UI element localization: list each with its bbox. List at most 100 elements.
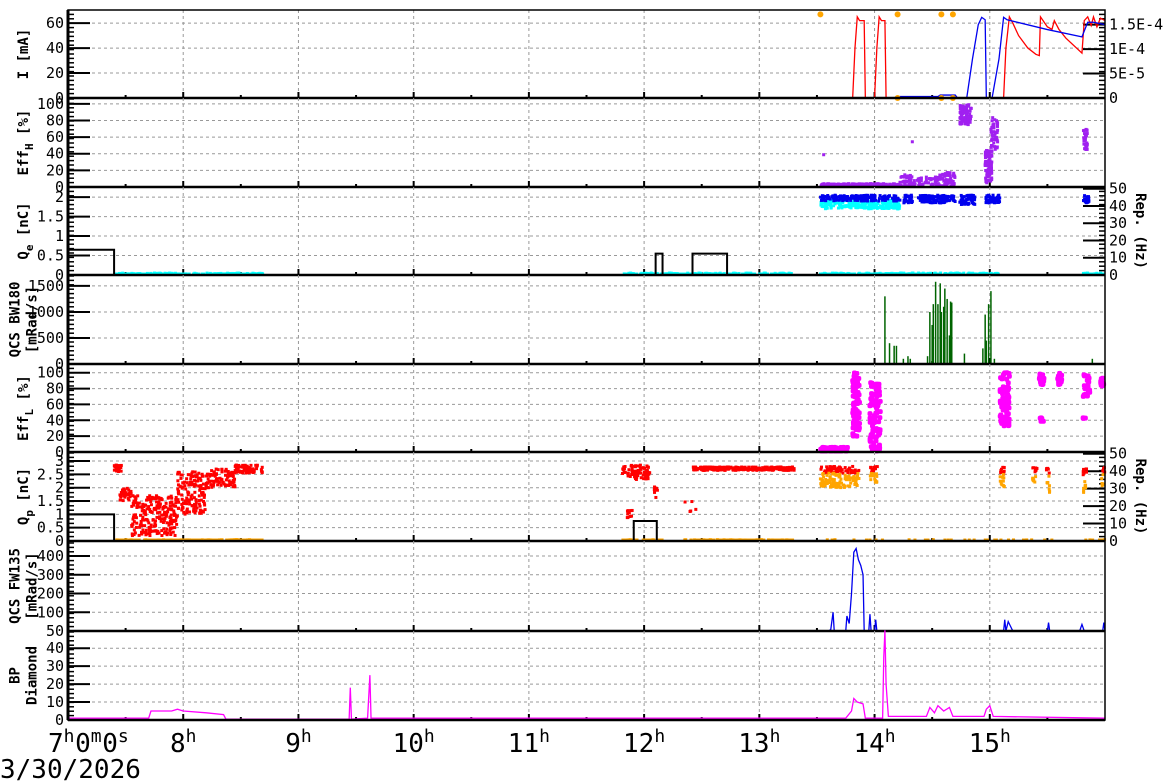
right-tick-label: 0 <box>1109 89 1118 107</box>
axis-title: EffH [%] <box>16 110 36 176</box>
scatter-point-purple <box>945 172 949 176</box>
axis-title: [mRad/s] <box>25 552 41 619</box>
scatter-point-purple <box>992 141 996 145</box>
scatter-point-red <box>653 490 657 494</box>
y-tick-label: 0 <box>55 711 64 729</box>
y-tick-label: 400 <box>37 547 64 565</box>
scatter-point-orange <box>855 484 859 488</box>
scatter-point-blue <box>951 194 955 198</box>
scatter-point-orange <box>874 472 878 476</box>
y-tick-label: 30 <box>46 657 64 675</box>
scatter-point-red <box>168 507 172 511</box>
scatter-point-red <box>192 507 196 511</box>
scatter-point-red <box>216 468 220 472</box>
axis-title: Qp [nC] <box>16 468 36 525</box>
y-tick-label: 20 <box>46 64 64 82</box>
scatter-point-red <box>629 509 633 513</box>
scatter-point-magenta <box>1001 396 1007 402</box>
x-tick-value: 10 <box>393 729 424 759</box>
dot-orange <box>894 11 901 18</box>
scatter-point-blue <box>837 198 841 202</box>
scatter-point-blue <box>870 196 874 200</box>
scatter-point-red <box>153 522 157 526</box>
scatter-point-blue <box>907 194 911 198</box>
scatter-point-purple <box>1085 128 1089 132</box>
x-tick-label: 12h <box>623 726 665 759</box>
axis-title-unit: [%] <box>16 375 32 409</box>
scatter-point-red <box>246 471 250 475</box>
scatter-point-purple <box>965 104 969 108</box>
scatter-point-red <box>784 467 788 471</box>
scatter-point-cyan <box>833 202 837 206</box>
scatter-point-orange <box>821 472 825 476</box>
axis-title: I [mA] <box>16 29 32 80</box>
scatter-point-purple <box>944 181 948 185</box>
scatter-point-purple <box>879 182 883 186</box>
y-tick-label: 20 <box>46 161 64 179</box>
scatter-point-purple <box>822 153 826 157</box>
scatter-point-purple <box>990 119 994 123</box>
scatter-point-red <box>144 532 148 536</box>
scatter-point-red <box>224 478 228 482</box>
scatter-point-red <box>723 468 727 472</box>
scatter-point-magenta <box>867 411 873 417</box>
scatter-point-red <box>160 529 164 533</box>
scatter-point-purple <box>960 116 964 120</box>
scatter-point-red <box>148 497 152 501</box>
scatter-point-red <box>161 505 165 509</box>
scatter-point-magenta <box>850 378 856 384</box>
scatter-point-cyan <box>895 206 899 210</box>
scatter-point-red <box>233 477 237 481</box>
scatter-point-red <box>849 471 853 475</box>
scatter-point-orange <box>1101 482 1105 486</box>
scatter-point-red <box>188 510 192 514</box>
scatter-point-red <box>164 514 168 518</box>
scatter-point-cyan <box>871 204 875 208</box>
scatter-point-cyan <box>879 206 883 210</box>
scatter-point-purple <box>990 137 994 141</box>
scatter-point-blue <box>939 196 943 200</box>
scatter-point-red <box>1001 465 1005 469</box>
scatter-point-red <box>163 531 167 535</box>
axis-title: EffL [%] <box>16 375 36 441</box>
scatter-point-blue <box>996 199 1000 203</box>
scatter-point-purple <box>907 179 911 183</box>
scatter-point-purple <box>984 168 988 172</box>
scatter-point-red <box>118 493 122 497</box>
scatter-point-red <box>728 466 732 470</box>
scatter-point-red <box>206 486 210 490</box>
series-line-red <box>68 14 1106 99</box>
scatter-point-purple <box>985 155 989 159</box>
scatter-point-red <box>173 512 177 516</box>
scatter-point-blue <box>861 197 865 201</box>
scatter-point-red <box>134 516 138 520</box>
scatter-point-red <box>198 484 202 488</box>
scatter-point-purple <box>948 174 952 178</box>
y-tick-label: 20 <box>46 427 64 445</box>
scatter-point-blue <box>878 194 882 198</box>
scatter-point-purple <box>902 175 906 179</box>
scatter-point-red <box>141 515 145 519</box>
scatter-point-magenta <box>1082 391 1088 397</box>
scatter-point-magenta <box>998 375 1004 381</box>
scatter-point-blue <box>826 194 830 198</box>
scatter-point-orange <box>843 473 847 477</box>
scatter-point-red <box>131 494 135 498</box>
scatter-point-red <box>158 517 162 521</box>
scatter-point-red <box>718 465 722 469</box>
scatter-point-red <box>737 468 741 472</box>
scatter-point-blue <box>845 195 849 199</box>
scatter-point-orange <box>839 477 843 481</box>
scatter-point-red <box>135 521 139 525</box>
scatter-point-blue <box>923 195 927 199</box>
scatter-point-orange <box>1047 474 1051 478</box>
scatter-point-red <box>176 472 180 476</box>
scatter-point-orange <box>1084 483 1088 487</box>
scatter-point-purple <box>995 121 999 125</box>
scatter-point-red <box>1035 466 1039 470</box>
scatter-point-purple <box>1085 132 1089 136</box>
scatter-point-red <box>689 509 693 513</box>
x-tick-unit: h <box>186 726 197 747</box>
scatter-point-red <box>156 511 160 515</box>
panel-eff-l: 020406080100EffL [%] <box>16 363 1107 461</box>
